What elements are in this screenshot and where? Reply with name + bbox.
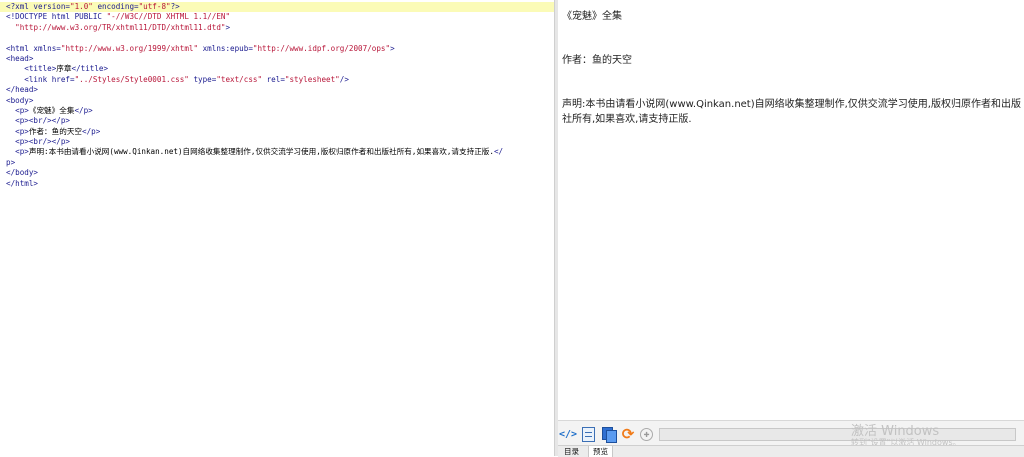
code-line[interactable]: <?xml version="1.0" encoding="utf-8"?> [0,2,554,13]
preview-pane: 《宠魅》全集 作者：鱼的天空 声明:本书由请看小说网(www.Qinkan.ne… [558,0,1024,420]
code-line[interactable]: <title>序章</title> [0,64,554,74]
preview-author: 作者：鱼的天空 [562,55,632,66]
preview-statement: 声明:本书由请看小说网(www.Qinkan.net)自网络收集整理制作,仅供交… [562,99,1021,125]
copy-icon[interactable] [600,426,617,443]
code-line[interactable]: <p>《宠魅》全集</p> [0,106,554,116]
code-line[interactable]: </html> [0,179,554,189]
document-icon[interactable] [580,426,596,442]
tab-preview[interactable]: 预览 [588,446,613,457]
code-line[interactable]: <body> [0,96,554,106]
windows-activation-watermark: 激活 Windows 转到"设置"以激活 Windows。 [851,421,1021,447]
tab-toc[interactable]: 目录 [560,446,583,457]
code-view-icon[interactable]: </> [559,426,577,442]
code-line[interactable]: p> [0,158,554,168]
code-line[interactable]: "http://www.w3.org/TR/xhtml11/DTD/xhtml1… [0,23,554,33]
code-line[interactable]: <head> [0,54,554,64]
refresh-icon[interactable]: ⟳ [620,425,636,443]
code-editor[interactable]: <?xml version="1.0" encoding="utf-8"?> <!… [0,0,554,456]
code-line[interactable]: </body> [0,168,554,178]
preview-title: 《宠魅》全集 [562,11,622,22]
zoom-icon[interactable]: ✚ [640,428,653,441]
code-line[interactable]: <p>作者：鱼的天空</p> [0,127,554,137]
code-line[interactable]: <p><br/></p> [0,137,554,147]
code-line[interactable]: <html xmlns="http://www.w3.org/1999/xhtm… [0,44,554,54]
preview-toolbar: </> ⟳ ✚ 激活 Windows 转到"设置"以激活 Windows。 [558,420,1024,447]
code-line[interactable] [0,33,554,43]
code-line[interactable]: </head> [0,85,554,95]
code-line[interactable]: <!DOCTYPE html PUBLIC "-//W3C//DTD XHTML… [0,12,554,22]
code-line[interactable]: <p><br/></p> [0,116,554,126]
code-lines: <?xml version="1.0" encoding="utf-8"?> <!… [0,2,554,189]
code-line[interactable]: <p>声明:本书由请看小说网(www.Qinkan.net)自网络收集整理制作,… [0,147,554,157]
bottom-tab-bar: 目录 预览 [558,445,1024,457]
code-line[interactable]: <link href="../Styles/Style0001.css" typ… [0,75,554,85]
